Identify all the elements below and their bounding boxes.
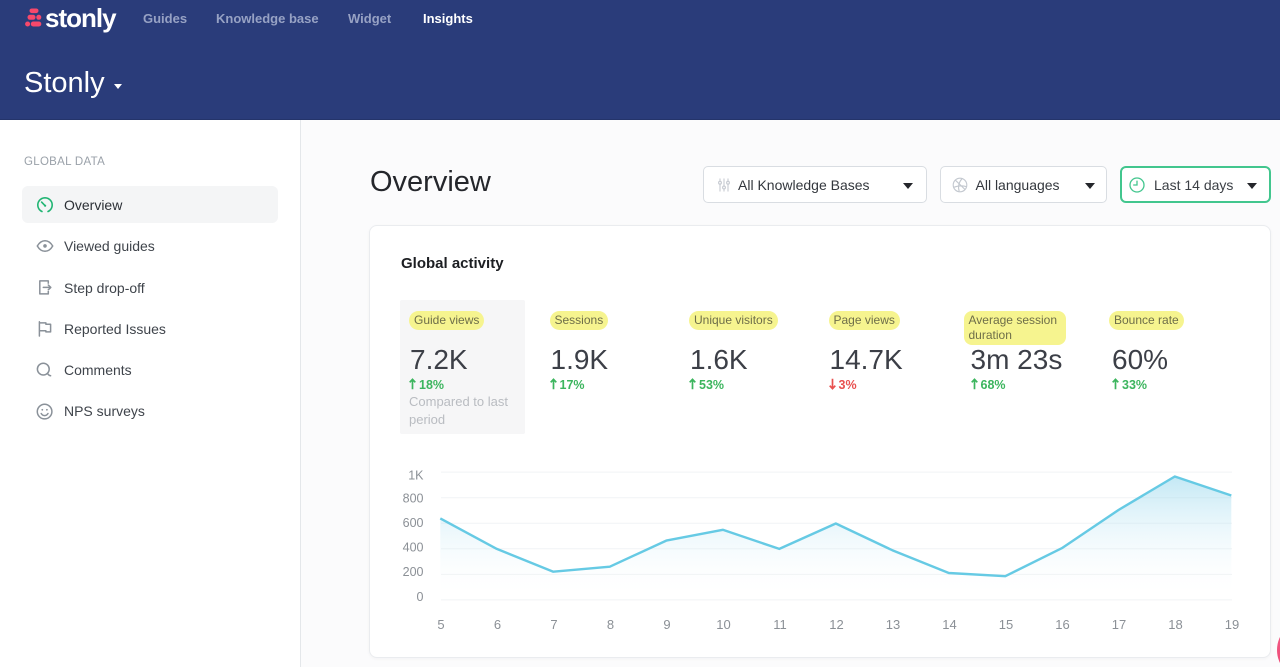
svg-text:13: 13 [886, 617, 900, 632]
svg-text:600: 600 [403, 516, 424, 530]
svg-text:7: 7 [550, 617, 557, 632]
svg-text:800: 800 [403, 492, 424, 506]
svg-text:14: 14 [942, 617, 956, 632]
svg-text:1K: 1K [408, 469, 424, 483]
svg-text:0: 0 [417, 590, 424, 604]
svg-text:16: 16 [1055, 617, 1069, 632]
svg-text:11: 11 [773, 617, 787, 632]
svg-text:12: 12 [829, 617, 843, 632]
svg-text:400: 400 [403, 540, 424, 554]
svg-text:8: 8 [607, 617, 614, 632]
svg-text:200: 200 [403, 565, 424, 579]
svg-text:6: 6 [494, 617, 501, 632]
svg-text:17: 17 [1112, 617, 1126, 632]
svg-text:9: 9 [663, 617, 670, 632]
svg-text:15: 15 [999, 617, 1013, 632]
svg-text:10: 10 [716, 617, 730, 632]
svg-text:18: 18 [1168, 617, 1182, 632]
svg-text:5: 5 [437, 617, 444, 632]
svg-text:19: 19 [1225, 617, 1239, 632]
